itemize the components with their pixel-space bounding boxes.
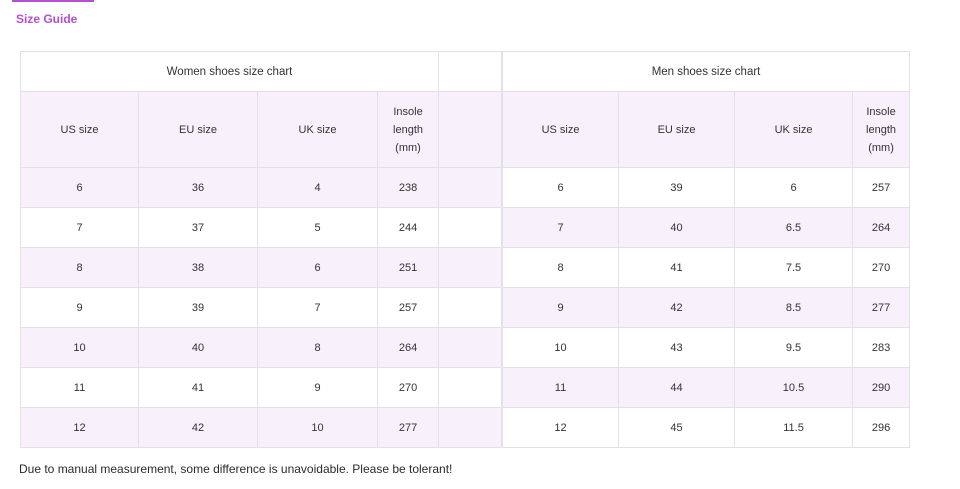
table-cell: 6.5 — [734, 207, 854, 248]
table-cell: 290 — [852, 367, 911, 408]
women-header-1: EU size — [138, 91, 258, 168]
women-header-0: US size — [20, 91, 139, 168]
table-cell: 42 — [618, 287, 736, 328]
table-cell: 37 — [138, 207, 258, 248]
men-header-3: Insole length (mm) — [852, 91, 911, 168]
table-cell: 40 — [138, 327, 258, 368]
men-header-2: UK size — [734, 91, 854, 168]
table-cell: 44 — [618, 367, 736, 408]
table-cell: 9 — [20, 287, 139, 328]
table-cell: 296 — [852, 407, 911, 448]
table-cell: 5 — [257, 207, 378, 248]
table-cell: 244 — [376, 207, 440, 248]
table-cell: 40 — [618, 207, 736, 248]
women-header-2: UK size — [257, 91, 378, 168]
table-cell: 277 — [376, 407, 440, 448]
table-row: 11 41 9 270 — [20, 367, 503, 408]
table-cell: 283 — [852, 327, 911, 368]
size-charts: Women shoes size chart US size EU size UK … — [19, 51, 911, 448]
women-table-title: Women shoes size chart — [19, 51, 440, 92]
table-row: 7 37 5 244 — [20, 207, 503, 248]
table-spacer — [438, 91, 503, 168]
table-cell: 264 — [852, 207, 911, 248]
table-cell: 11 — [502, 367, 620, 408]
tab-size-guide[interactable]: Size Guide — [12, 0, 94, 30]
table-cell: 8.5 — [734, 287, 854, 328]
table-cell: 11 — [20, 367, 139, 408]
table-cell: 257 — [852, 167, 911, 208]
table-cell: 7 — [502, 207, 620, 248]
table-spacer — [438, 327, 503, 368]
table-cell: 36 — [138, 167, 258, 208]
table-cell: 41 — [618, 247, 736, 288]
table-cell: 4 — [257, 167, 378, 208]
table-cell: 251 — [376, 247, 440, 288]
table-row: 7 40 6.5 264 — [502, 207, 911, 248]
women-header-3: Insole length (mm) — [376, 91, 440, 168]
table-cell: 270 — [376, 367, 440, 408]
men-size-table: Men shoes size chart US size EU size UK si… — [502, 51, 911, 448]
table-cell: 39 — [618, 167, 736, 208]
table-spacer — [438, 51, 503, 92]
table-row: 12 45 11.5 296 — [502, 407, 911, 448]
table-row: 12 42 10 277 — [20, 407, 503, 448]
table-row: 8 38 6 251 — [20, 247, 503, 288]
table-row: 8 41 7.5 270 — [502, 247, 911, 288]
table-cell: 12 — [502, 407, 620, 448]
table-cell: 238 — [376, 167, 440, 208]
table-cell: 10 — [20, 327, 139, 368]
table-cell: 257 — [376, 287, 440, 328]
table-cell: 6 — [502, 167, 620, 208]
table-spacer — [438, 207, 503, 248]
table-row: 6 36 4 238 — [20, 167, 503, 208]
table-cell: 39 — [138, 287, 258, 328]
table-cell: 9 — [502, 287, 620, 328]
table-cell: 11.5 — [734, 407, 854, 448]
table-cell: 9 — [257, 367, 378, 408]
table-cell: 7.5 — [734, 247, 854, 288]
table-cell: 10 — [502, 327, 620, 368]
table-spacer — [438, 407, 503, 448]
men-header-0: US size — [502, 91, 620, 168]
table-row: 10 43 9.5 283 — [502, 327, 911, 368]
table-spacer — [438, 167, 503, 208]
active-tab-indicator — [12, 0, 94, 2]
men-header-1: EU size — [618, 91, 736, 168]
tab-size-guide-label: Size Guide — [16, 12, 78, 26]
table-cell: 8 — [502, 247, 620, 288]
table-row: 11 44 10.5 290 — [502, 367, 911, 408]
table-cell: 10 — [257, 407, 378, 448]
women-size-table: Women shoes size chart US size EU size UK … — [19, 51, 503, 448]
table-cell: 9.5 — [734, 327, 854, 368]
table-row: 10 40 8 264 — [20, 327, 503, 368]
table-cell: 6 — [20, 167, 139, 208]
table-spacer — [438, 247, 503, 288]
table-cell: 41 — [138, 367, 258, 408]
table-cell: 38 — [138, 247, 258, 288]
table-cell: 7 — [257, 287, 378, 328]
table-cell: 6 — [257, 247, 378, 288]
table-cell: 10.5 — [734, 367, 854, 408]
table-cell: 42 — [138, 407, 258, 448]
table-row: 9 42 8.5 277 — [502, 287, 911, 328]
measurement-note: Due to manual measurement, some differen… — [19, 462, 453, 476]
table-cell: 277 — [852, 287, 911, 328]
men-table-title: Men shoes size chart — [502, 51, 911, 92]
table-cell: 8 — [20, 247, 139, 288]
table-cell: 264 — [376, 327, 440, 368]
table-cell: 8 — [257, 327, 378, 368]
table-cell: 270 — [852, 247, 911, 288]
table-cell: 7 — [20, 207, 139, 248]
table-cell: 43 — [618, 327, 736, 368]
table-cell: 12 — [20, 407, 139, 448]
table-cell: 45 — [618, 407, 736, 448]
table-row: 6 39 6 257 — [502, 167, 911, 208]
table-spacer — [438, 367, 503, 408]
table-cell: 6 — [734, 167, 854, 208]
table-spacer — [438, 287, 503, 328]
table-row: 9 39 7 257 — [20, 287, 503, 328]
